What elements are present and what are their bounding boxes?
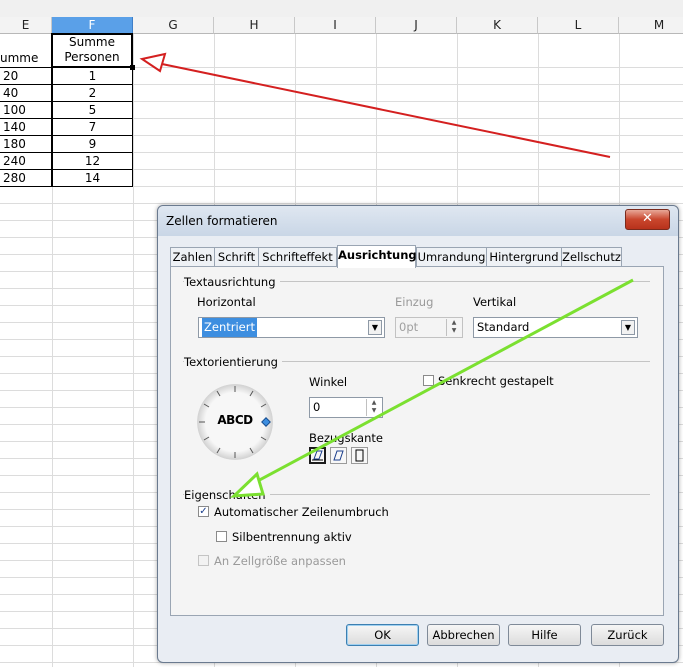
tab-ausrichtung[interactable]: Ausrichtung [337, 245, 417, 268]
annotation-overlay [139, 52, 634, 498]
green-arrow-line [251, 278, 634, 486]
green-arrowhead-icon [229, 471, 265, 498]
red-arrowhead-icon [139, 52, 167, 73]
red-arrow-line [161, 63, 611, 158]
